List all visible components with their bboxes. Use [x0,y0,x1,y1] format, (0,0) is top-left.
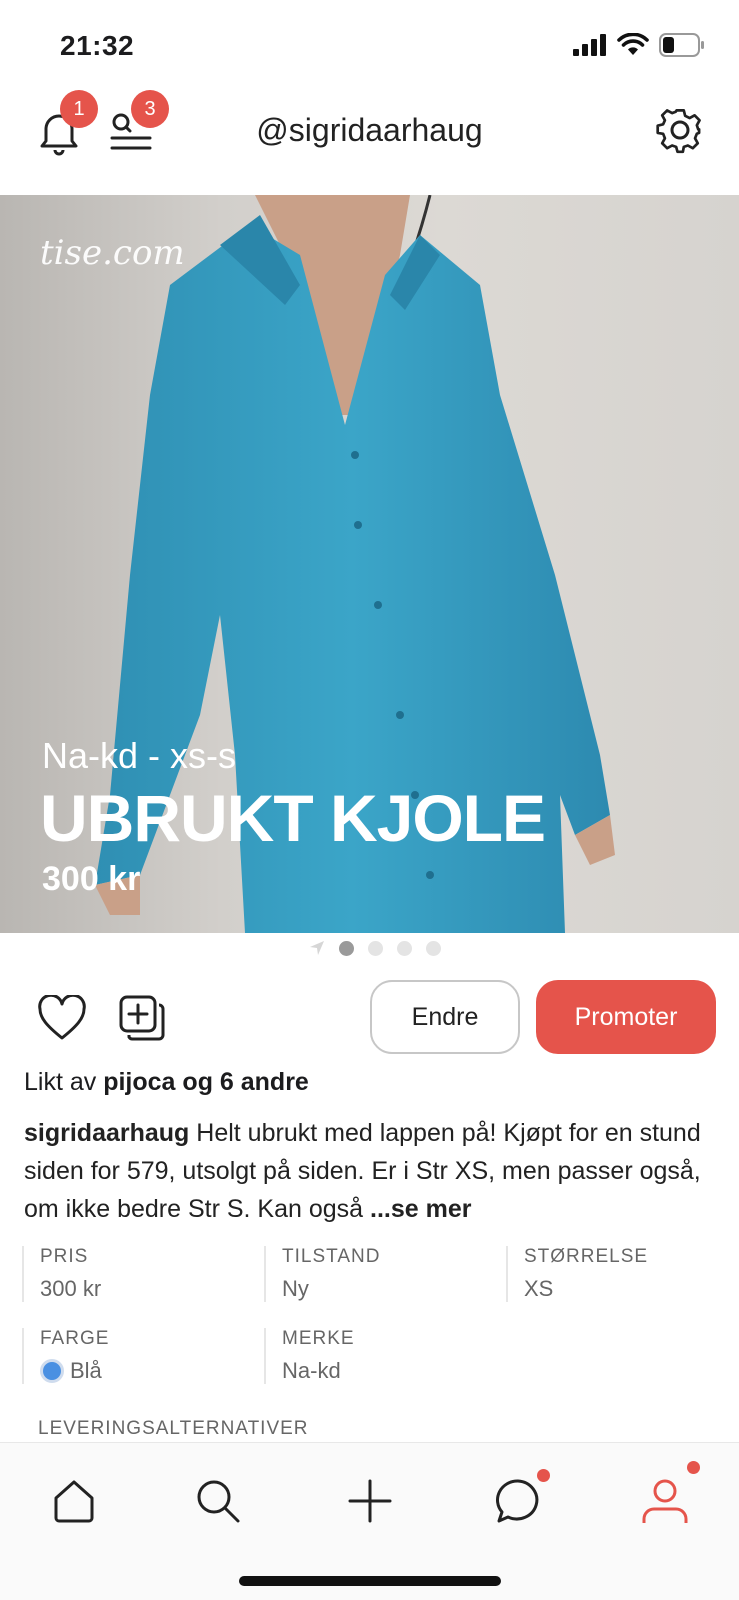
likes-text[interactable]: Likt av pijoca og 6 andre [24,1068,309,1097]
plus-icon [348,1479,392,1523]
detail-label: MERKE [282,1328,355,1349]
likes-user[interactable]: pijoca [103,1068,175,1096]
chat-icon [496,1479,539,1523]
location-arrow-icon [309,941,324,955]
product-photo[interactable]: tise.com Na-kd - xs-s UBRUKT KJOLE 300 k… [0,195,739,933]
tise-watermark: tise.com [40,233,185,273]
status-bar: 21:32 [0,0,739,90]
detail-label: TILSTAND [282,1246,381,1267]
see-more-link[interactable]: ...se mer [370,1195,471,1223]
likes-prefix: Likt av [24,1068,97,1096]
app-header: 1 3 @sigridaarhaug [0,90,739,195]
pagination-dot[interactable] [367,940,383,956]
photo-price: 300 kr [42,860,141,898]
wifi-icon [617,33,649,55]
detail-value: Blå [40,1358,252,1384]
tab-bar [0,1442,739,1600]
pagination-dot[interactable] [338,940,354,956]
detail-value-text: XS [524,1276,554,1301]
tab-home[interactable] [44,1471,104,1531]
search-icon [197,1480,240,1523]
color-swatch [40,1359,64,1383]
profile-notification-dot [687,1461,700,1474]
detail-value: 300 kr [40,1276,252,1302]
settings-button[interactable] [652,102,708,158]
status-time: 21:32 [60,30,135,61]
detail-value-text: Blå [70,1358,102,1383]
detail-value: Ny [282,1276,494,1302]
detail-price: PRIS 300 kr [22,1246,252,1302]
detail-value: Na-kd [282,1358,494,1384]
detail-label: STØRRELSE [524,1246,649,1267]
description-author[interactable]: sigridaarhaug [24,1119,189,1147]
detail-label: FARGE [40,1328,110,1349]
detail-color: FARGE Blå [22,1328,252,1384]
add-to-collection-icon [119,995,165,1041]
detail-value-text: Ny [282,1276,309,1301]
heart-icon [38,995,86,1040]
signal-icon [573,34,606,56]
detail-brand: MERKE Na-kd [264,1328,494,1384]
home-icon [54,1480,94,1523]
promote-button[interactable]: Promoter [536,980,716,1054]
messages-notification-dot [537,1469,550,1482]
tab-search[interactable] [188,1471,248,1531]
detail-condition: TILSTAND Ny [264,1246,494,1302]
gear-icon [656,109,701,154]
detail-size: STØRRELSE XS [506,1246,736,1302]
tab-profile[interactable] [635,1471,695,1531]
photo-subtitle: Na-kd - xs-s [42,735,237,776]
status-icons [573,33,705,57]
collection-button[interactable] [114,990,170,1046]
like-button[interactable] [34,992,90,1044]
likes-suffix[interactable]: og 6 andre [182,1068,308,1096]
delivery-options-label: LEVERINGSALTERNATIVER [38,1418,309,1439]
photo-pagination [0,940,739,956]
edit-button[interactable]: Endre [370,980,520,1054]
profile-icon [642,1479,688,1523]
detail-value: XS [524,1276,736,1302]
detail-value-text: Na-kd [282,1358,341,1383]
home-indicator [239,1576,501,1586]
profile-username[interactable]: @sigridaarhaug [0,112,739,149]
photo-title: UBRUKT KJOLE [40,781,546,855]
pagination-dot[interactable] [425,940,441,956]
battery-icon [659,33,704,57]
description: sigridaarhaug Helt ubrukt med lappen på!… [24,1114,724,1228]
detail-label: PRIS [40,1246,89,1267]
action-row: Endre Promoter [0,980,739,1056]
detail-value-text: 300 kr [40,1276,102,1301]
pagination-dot[interactable] [396,940,412,956]
tab-add[interactable] [340,1471,400,1531]
